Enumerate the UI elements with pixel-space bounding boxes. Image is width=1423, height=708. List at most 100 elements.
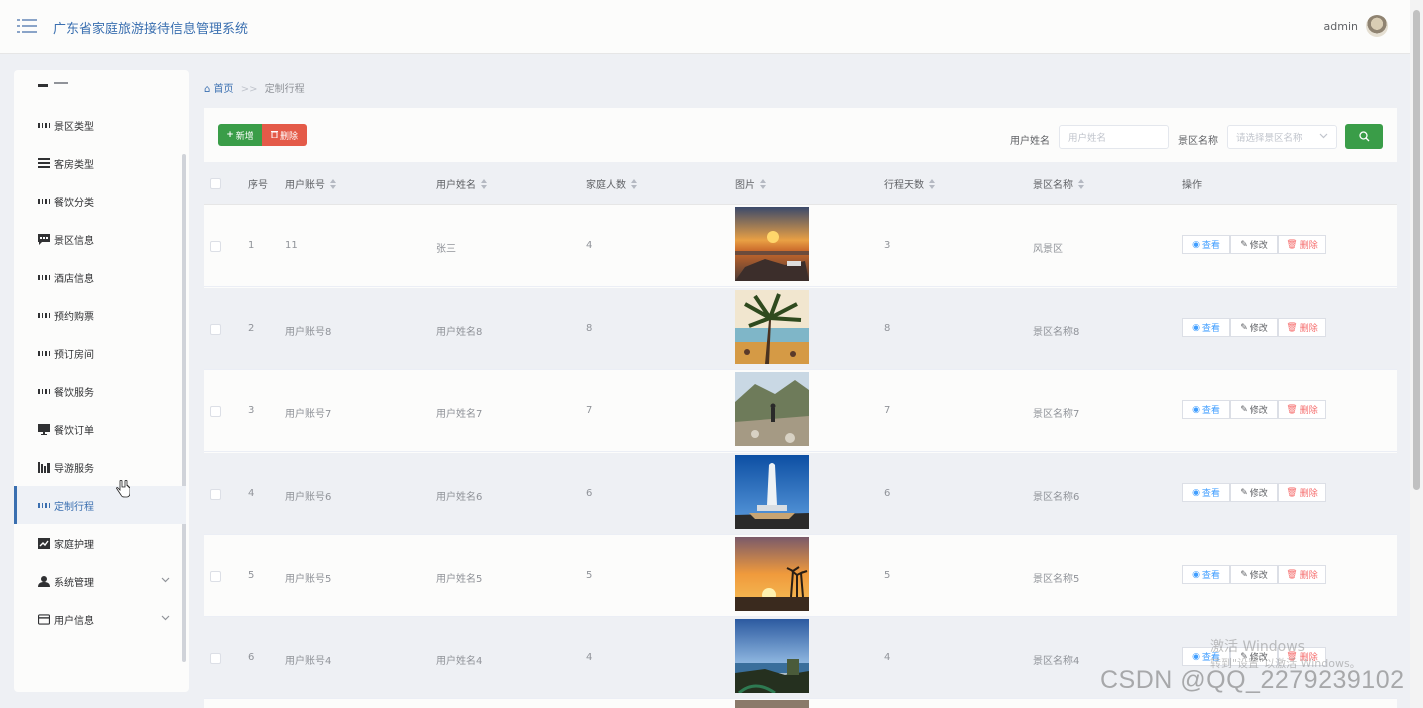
trash-icon: 🗑 (1286, 239, 1298, 250)
sort-icon[interactable] (481, 178, 488, 189)
select-all-checkbox[interactable] (210, 178, 221, 189)
row-checkbox[interactable] (210, 241, 221, 252)
grid-icon (38, 119, 50, 131)
view-button[interactable]: ◉ 查看 (1182, 318, 1230, 337)
avatar[interactable] (1366, 15, 1388, 37)
trip-image-sea-cliff[interactable] (735, 619, 809, 693)
user-icon (38, 575, 50, 587)
trip-image-sunset-harbor[interactable] (735, 207, 809, 281)
sidebar-item-hotel-info[interactable]: 酒店信息 (14, 258, 186, 296)
row-checkbox[interactable] (210, 406, 221, 417)
sidebar-item-ticket-booking[interactable]: 预约购票 (14, 296, 186, 334)
grid-icon (38, 347, 50, 359)
cell-index: 2 (248, 323, 255, 334)
trip-image-guanyin-statue[interactable] (735, 455, 809, 529)
row-checkbox[interactable] (210, 489, 221, 500)
edit-button[interactable]: ✎ 修改 (1230, 400, 1278, 419)
page-scrollbar[interactable] (1410, 0, 1423, 708)
sort-icon[interactable] (929, 178, 936, 189)
sidebar-item-food-service[interactable]: 餐饮服务 (14, 372, 186, 410)
cell-index: 5 (248, 570, 255, 581)
trash-icon: 🗑 (1286, 322, 1298, 333)
trip-image-sunset-palms[interactable] (735, 537, 809, 611)
menu-toggle-icon[interactable] (17, 18, 37, 34)
sidebar-item-family-care[interactable]: 家庭护理 (14, 524, 186, 562)
sidebar-item-food-category[interactable]: 餐饮分类 (14, 182, 186, 220)
trip-image-partial (735, 700, 809, 708)
sidebar-item-label: 客房类型 (54, 159, 94, 171)
chevron-down-icon (161, 575, 170, 586)
column-image[interactable]: 图片 (735, 176, 767, 191)
list-icon (38, 157, 50, 169)
view-button[interactable]: ◉ 查看 (1182, 483, 1230, 502)
sort-icon[interactable] (1078, 178, 1085, 189)
sort-icon[interactable] (631, 178, 638, 189)
add-button[interactable]: + 新增 (218, 124, 262, 146)
monitor-icon (38, 423, 50, 435)
edit-icon: ✎ (1240, 239, 1248, 250)
edit-button[interactable]: ✎ 修改 (1230, 483, 1278, 502)
sidebar-item-partial (38, 82, 78, 88)
sidebar-item-scenic-info[interactable]: 景区信息 (14, 220, 186, 258)
sidebar-item-label: 景区类型 (54, 121, 94, 133)
trash-icon (270, 130, 278, 141)
column-name[interactable]: 用户姓名 (436, 176, 488, 191)
sort-icon[interactable] (760, 178, 767, 189)
edit-button[interactable]: ✎ 修改 (1230, 565, 1278, 584)
column-scenic[interactable]: 景区名称 (1033, 176, 1085, 191)
sidebar-item-food-order[interactable]: 餐饮订单 (14, 410, 186, 448)
scrollbar-thumb[interactable] (1413, 10, 1420, 490)
sidebar-item-system-management[interactable]: 系统管理 (14, 562, 186, 600)
grid-icon (38, 271, 50, 283)
row-checkbox[interactable] (210, 324, 221, 335)
cell-days: 6 (884, 488, 891, 499)
sidebar-item-label: 系统管理 (54, 577, 94, 589)
sidebar-item-guide-service[interactable]: 导游服务 (14, 448, 186, 486)
edit-button[interactable]: ✎ 修改 (1230, 235, 1278, 254)
mouse-pointer-icon (116, 480, 130, 498)
chevron-down-icon (161, 613, 170, 624)
scenic-select[interactable]: 请选择景区名称 (1227, 125, 1337, 149)
cell-days: 8 (884, 323, 891, 334)
delete-button[interactable]: 🗑 删除 (1278, 483, 1326, 502)
sidebar-item-user-info[interactable]: 用户信息 (14, 600, 186, 638)
view-button[interactable]: ◉ 查看 (1182, 565, 1230, 584)
trip-image-mountain-hiker[interactable] (735, 372, 809, 446)
batch-delete-button[interactable]: 删除 (262, 124, 307, 146)
breadcrumb-home[interactable]: ⌂ 首页 (204, 84, 237, 95)
column-account[interactable]: 用户账号 (285, 176, 337, 191)
view-button[interactable]: ◉ 查看 (1182, 400, 1230, 419)
sidebar-item-room-booking[interactable]: 预订房间 (14, 334, 186, 372)
cell-family: 5 (586, 570, 593, 581)
grid-icon (38, 195, 50, 207)
sidebar-item-scenic-type[interactable]: 景区类型 (14, 106, 186, 144)
username-filter-label: 用户姓名 (1010, 136, 1050, 147)
cell-family: 4 (586, 652, 593, 663)
username-search-input[interactable]: 用户姓名 (1059, 125, 1169, 149)
search-button[interactable] (1345, 124, 1383, 149)
sort-icon[interactable] (330, 178, 337, 189)
row-checkbox[interactable] (210, 653, 221, 664)
cell-account: 用户账号7 (285, 409, 332, 420)
cell-scenic: 景区名称6 (1033, 492, 1080, 503)
edit-button[interactable]: ✎ 修改 (1230, 318, 1278, 337)
row-checkbox[interactable] (210, 571, 221, 582)
home-icon: ⌂ (204, 84, 211, 95)
view-button[interactable]: ◉ 查看 (1182, 235, 1230, 254)
sidebar-item-room-type[interactable]: 客房类型 (14, 144, 186, 182)
eye-icon: ◉ (1192, 404, 1200, 415)
column-family-size[interactable]: 家庭人数 (586, 176, 638, 191)
cell-account: 11 (285, 240, 298, 251)
bar-chart-icon (38, 461, 50, 473)
trip-image-palm-beach[interactable] (735, 290, 809, 364)
eye-icon: ◉ (1192, 239, 1200, 250)
grid-icon (38, 385, 50, 397)
column-days[interactable]: 行程天数 (884, 176, 936, 191)
delete-button[interactable]: 🗑 删除 (1278, 400, 1326, 419)
delete-button[interactable]: 🗑 删除 (1278, 235, 1326, 254)
user-name[interactable]: admin (1324, 20, 1358, 33)
delete-button[interactable]: 🗑 删除 (1278, 565, 1326, 584)
delete-button[interactable]: 🗑 删除 (1278, 318, 1326, 337)
table-row: 2 用户账号8 用户姓名8 8 8 景区名称8 ◉ 查看 ✎ 修改 🗑 删除 (204, 288, 1397, 370)
sidebar-item-custom-trip[interactable]: 定制行程 (14, 486, 186, 524)
